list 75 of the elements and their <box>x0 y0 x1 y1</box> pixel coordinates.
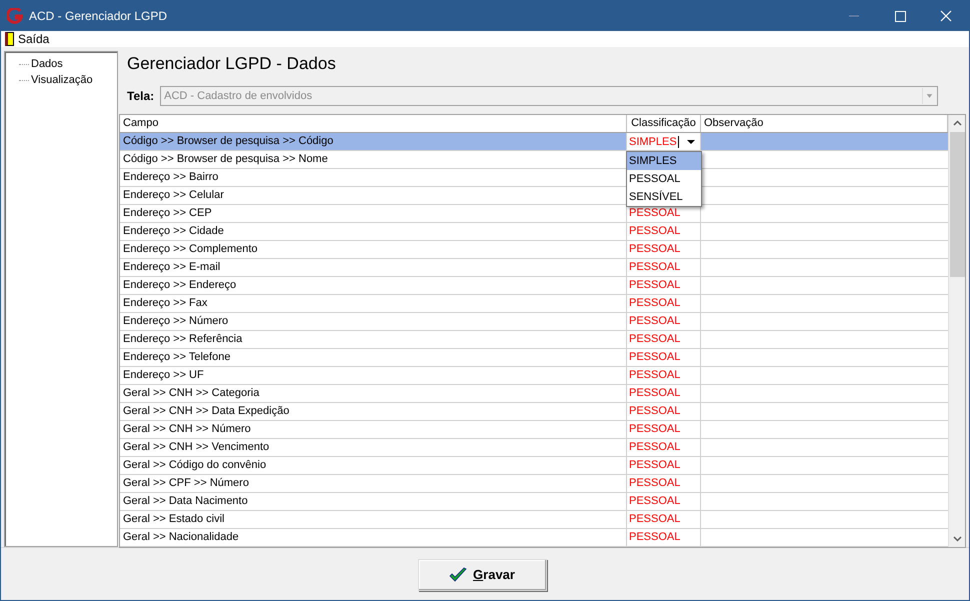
table-cell-text: PESSOAL <box>628 350 680 366</box>
table-row[interactable]: Endereço >> E-mail PESSOAL <box>120 259 948 277</box>
tree-item[interactable]: Dados <box>31 56 63 72</box>
table-cell-text: PESSOAL <box>628 440 680 456</box>
table-cell-text: Endereço >> E-mail <box>123 260 220 276</box>
table-cell-text: PESSOAL <box>628 242 680 258</box>
table-cell-text: PESSOAL <box>628 512 680 528</box>
page-heading: Gerenciador LGPD - Dados <box>127 53 337 75</box>
table-cell-text: PESSOAL <box>628 494 680 510</box>
table-cell-text: PESSOAL <box>628 296 680 312</box>
table-cell-text: PESSOAL <box>628 260 680 276</box>
table-row[interactable]: Geral >> CNH >> Categoria PESSOAL <box>120 385 948 403</box>
menu-item[interactable]: Saída <box>18 30 50 48</box>
table-cell-text: Geral >> CNH >> Vencimento <box>123 440 270 456</box>
table-cell-text: Endereço >> CEP <box>123 206 212 222</box>
table-cell-text: Geral >> Data Nacimento <box>123 494 248 510</box>
table-cell-text: Endereço >> Endereço <box>123 278 236 294</box>
table-row[interactable]: Geral >> Código do convênio PESSOAL <box>120 457 948 475</box>
table-cell-text: Endereço >> Fax <box>123 296 208 312</box>
dropdown-option[interactable]: SIMPLES <box>627 152 701 170</box>
table-row[interactable]: Endereço >> UF PESSOAL <box>120 367 948 385</box>
dropdown-option[interactable]: SENSÍVEL <box>627 188 701 206</box>
table-cell-text: Geral >> Código do convênio <box>123 458 266 474</box>
exit-door-icon <box>5 32 14 46</box>
table-row[interactable]: Endereço >> Número PESSOAL <box>120 313 948 331</box>
table-cell-text: PESSOAL <box>628 458 680 474</box>
table-cell-text: PESSOAL <box>628 422 680 438</box>
table-cell-text: Endereço >> Celular <box>123 188 224 204</box>
logo-icon <box>7 8 23 24</box>
table-cell-text: PESSOAL <box>628 314 680 330</box>
table-row[interactable]: Geral >> CNH >> Número PESSOAL <box>120 421 948 439</box>
window-title: ACD - Gerenciador LGPD <box>29 8 168 25</box>
table-cell-text: PESSOAL <box>628 476 680 492</box>
table-row[interactable]: Endereço >> Telefone PESSOAL <box>120 349 948 367</box>
table-cell-text: Endereço >> Bairro <box>123 170 218 186</box>
table-cell-text: Geral >> Nacionalidade <box>123 530 239 546</box>
table-cell-text: Código >> Browser de pesquisa >> Código <box>123 134 334 150</box>
table-row[interactable]: Código >> Browser de pesquisa >> Código SIMPLES <box>120 133 948 151</box>
table-cell-text: Geral >> CNH >> Data Expedição <box>123 404 290 420</box>
table-cell-text: PESSOAL <box>628 386 680 402</box>
table-cell-text: PESSOAL <box>628 206 680 222</box>
table-cell-text: PESSOAL <box>628 278 680 294</box>
table-row[interactable]: Endereço >> Fax PESSOAL <box>120 295 948 313</box>
table-row[interactable]: Endereço >> Endereço PESSOAL <box>120 277 948 295</box>
table-cell-text: Endereço >> Número <box>123 314 228 330</box>
table-row[interactable]: Endereço >> Complemento PESSOAL <box>120 241 948 259</box>
table-row[interactable]: Geral >> CNH >> Vencimento PESSOAL <box>120 439 948 457</box>
table-cell-text: Código >> Browser de pesquisa >> Nome <box>123 152 328 168</box>
table-row[interactable]: Endereço >> Referência PESSOAL <box>120 331 948 349</box>
table-cell-text: PESSOAL <box>628 404 680 420</box>
table-row[interactable]: Geral >> Estado civil PESSOAL <box>120 511 948 529</box>
field-label: Tela: <box>127 88 154 105</box>
classification-combo[interactable]: SIMPLES <box>627 133 700 150</box>
table-cell-text: Geral >> CPF >> Número <box>123 476 249 492</box>
table-row[interactable]: Geral >> Data Nacimento PESSOAL <box>120 493 948 511</box>
table-row[interactable]: Geral >> CNH >> Data Expedição PESSOAL <box>120 403 948 421</box>
table-cell-text: Geral >> CNH >> Número <box>123 422 251 438</box>
table-cell-text: PESSOAL <box>628 224 680 240</box>
table-cell-text: Endereço >> Telefone <box>123 350 230 366</box>
table-cell-text: PESSOAL <box>628 368 680 384</box>
table-cell-text: Endereço >> Cidade <box>123 224 224 240</box>
table-row[interactable]: Endereço >> Cidade PESSOAL <box>120 223 948 241</box>
table-row[interactable]: Geral >> CPF >> Número PESSOAL <box>120 475 948 493</box>
table-cell-text: Endereço >> Referência <box>123 332 242 348</box>
table-cell-text: PESSOAL <box>628 530 680 546</box>
table-cell-text: PESSOAL <box>628 332 680 348</box>
table-cell-text: Geral >> Estado civil <box>123 512 224 528</box>
checkmark-icon <box>449 567 468 583</box>
tree-item[interactable]: Visualização <box>31 72 93 88</box>
dropdown-option[interactable]: PESSOAL <box>627 170 701 188</box>
table-cell-text: Endereço >> UF <box>123 368 204 384</box>
table-cell-text: Geral >> CNH >> Categoria <box>123 386 260 402</box>
table-cell-text: Endereço >> Complemento <box>123 242 258 258</box>
save-button[interactable]: Gravar <box>418 559 546 591</box>
table-row[interactable]: Geral >> Nacionalidade PESSOAL <box>120 529 948 547</box>
